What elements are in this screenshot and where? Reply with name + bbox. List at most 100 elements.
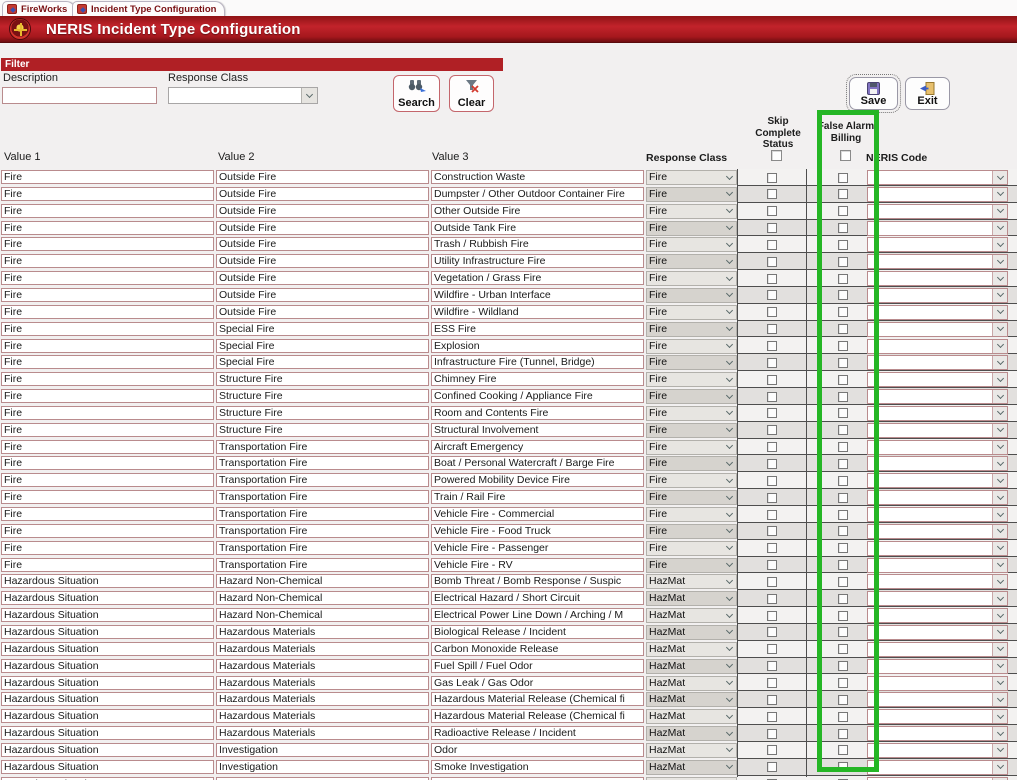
value1-cell[interactable]: Fire <box>1 237 214 251</box>
chevron-down-icon[interactable] <box>723 188 736 201</box>
value1-cell[interactable]: Fire <box>1 558 214 572</box>
chevron-down-icon[interactable] <box>992 710 1007 723</box>
chevron-down-icon[interactable] <box>992 390 1007 403</box>
skip-complete-checkbox[interactable] <box>767 240 777 250</box>
value1-cell[interactable]: Fire <box>1 221 214 235</box>
false-alarm-billing-checkbox[interactable] <box>838 493 848 503</box>
false-alarm-billing-checkbox[interactable] <box>838 257 848 267</box>
skip-complete-checkbox[interactable] <box>767 493 777 503</box>
value3-cell[interactable]: Vehicle Fire - RV <box>431 558 644 572</box>
value1-cell[interactable]: Fire <box>1 254 214 268</box>
chevron-down-icon[interactable] <box>992 677 1007 690</box>
response-class-select[interactable]: Fire <box>646 237 737 252</box>
chevron-down-icon[interactable] <box>992 222 1007 235</box>
skip-complete-checkbox[interactable] <box>767 358 777 368</box>
chevron-down-icon[interactable] <box>723 306 736 319</box>
response-class-select[interactable]: Fire <box>646 355 737 370</box>
value3-cell[interactable]: Hazardous Material Release (Chemical fi <box>431 709 644 723</box>
value1-cell[interactable]: Hazardous Situation <box>1 692 214 706</box>
clear-button[interactable]: Clear <box>449 75 494 112</box>
chevron-down-icon[interactable] <box>992 457 1007 470</box>
response-class-select[interactable]: Fire <box>646 288 737 303</box>
chevron-down-icon[interactable] <box>723 457 736 470</box>
neris-code-select[interactable] <box>867 473 1008 488</box>
neris-code-select[interactable] <box>867 204 1008 219</box>
value2-cell[interactable]: Hazardous Materials <box>216 692 429 706</box>
chevron-down-icon[interactable] <box>992 188 1007 201</box>
chevron-down-icon[interactable] <box>723 323 736 336</box>
neris-code-select[interactable] <box>867 339 1008 354</box>
value1-cell[interactable]: Hazardous Situation <box>1 591 214 605</box>
false-alarm-billing-checkbox[interactable] <box>838 526 848 536</box>
skip-complete-checkbox[interactable] <box>767 627 777 637</box>
neris-code-select[interactable] <box>867 507 1008 522</box>
skip-complete-checkbox[interactable] <box>767 324 777 334</box>
value2-cell[interactable]: Investigation <box>216 743 429 757</box>
neris-code-select[interactable] <box>867 288 1008 303</box>
value3-cell[interactable]: Utility Infrastructure Fire <box>431 254 644 268</box>
chevron-down-icon[interactable] <box>992 306 1007 319</box>
value3-cell[interactable]: Infrastructure Fire (Tunnel, Bridge) <box>431 355 644 369</box>
false-alarm-billing-checkbox[interactable] <box>838 307 848 317</box>
neris-code-select[interactable] <box>867 389 1008 404</box>
chevron-down-icon[interactable] <box>723 474 736 487</box>
value2-cell[interactable]: Outside Fire <box>216 254 429 268</box>
response-class-select[interactable]: HazMat <box>646 659 737 674</box>
tab-fireworks[interactable]: FireWorks <box>2 1 76 16</box>
response-class-select[interactable]: HazMat <box>646 760 737 775</box>
save-button[interactable]: Save <box>849 77 898 110</box>
false-alarm-billing-checkbox[interactable] <box>838 712 848 722</box>
neris-code-select[interactable] <box>867 625 1008 640</box>
value3-cell[interactable]: Trash / Rubbish Fire <box>431 237 644 251</box>
chevron-down-icon[interactable] <box>992 340 1007 353</box>
value1-cell[interactable]: Fire <box>1 187 214 201</box>
chevron-down-icon[interactable] <box>723 255 736 268</box>
response-class-select[interactable]: HazMat <box>646 608 737 623</box>
neris-code-select[interactable] <box>867 305 1008 320</box>
false-alarm-billing-checkbox[interactable] <box>838 762 848 772</box>
response-class-select[interactable]: HazMat <box>646 574 737 589</box>
skip-complete-checkbox[interactable] <box>767 392 777 402</box>
neris-code-select[interactable] <box>867 355 1008 370</box>
value3-cell[interactable]: Chimney Fire <box>431 372 644 386</box>
value2-cell[interactable]: Special Fire <box>216 355 429 369</box>
response-class-select[interactable]: Fire <box>646 456 737 471</box>
false-alarm-billing-checkbox[interactable] <box>838 543 848 553</box>
chevron-down-icon[interactable] <box>992 255 1007 268</box>
chevron-down-icon[interactable] <box>992 744 1007 757</box>
neris-code-select[interactable] <box>867 221 1008 236</box>
chevron-down-icon[interactable] <box>723 272 736 285</box>
neris-code-select[interactable] <box>867 574 1008 589</box>
skip-complete-checkbox[interactable] <box>767 729 777 739</box>
response-class-select[interactable]: Fire <box>646 204 737 219</box>
chevron-down-icon[interactable] <box>723 677 736 690</box>
response-class-select[interactable]: Fire <box>646 558 737 573</box>
value2-cell[interactable]: Special Fire <box>216 339 429 353</box>
skip-complete-checkbox[interactable] <box>767 678 777 688</box>
response-class-select[interactable]: HazMat <box>646 591 737 606</box>
value1-cell[interactable]: Fire <box>1 423 214 437</box>
skip-complete-checkbox[interactable] <box>767 257 777 267</box>
skip-complete-checkbox[interactable] <box>767 442 777 452</box>
response-class-select[interactable]: Fire <box>646 305 737 320</box>
value3-cell[interactable]: Explosion <box>431 339 644 353</box>
value2-cell[interactable]: Structure Fire <box>216 372 429 386</box>
value3-cell[interactable]: Smoke Investigation <box>431 760 644 774</box>
search-button[interactable]: Search <box>393 75 440 112</box>
skip-complete-checkbox[interactable] <box>767 375 777 385</box>
false-alarm-billing-checkbox[interactable] <box>838 678 848 688</box>
value2-cell[interactable]: Transportation Fire <box>216 440 429 454</box>
response-class-select[interactable]: Fire <box>646 221 737 236</box>
value1-cell[interactable]: Fire <box>1 440 214 454</box>
response-class-select[interactable]: Fire <box>646 406 737 421</box>
value1-cell[interactable]: Fire <box>1 473 214 487</box>
value1-cell[interactable]: Hazardous Situation <box>1 659 214 673</box>
chevron-down-icon[interactable] <box>723 643 736 656</box>
value1-cell[interactable]: Fire <box>1 204 214 218</box>
response-class-select[interactable]: Fire <box>646 389 737 404</box>
value1-cell[interactable]: Hazardous Situation <box>1 777 214 780</box>
chevron-down-icon[interactable] <box>992 508 1007 521</box>
response-class-select[interactable]: Fire <box>646 339 737 354</box>
chevron-down-icon[interactable] <box>723 592 736 605</box>
value3-cell[interactable]: Electrical Hazard / Short Circuit <box>431 591 644 605</box>
